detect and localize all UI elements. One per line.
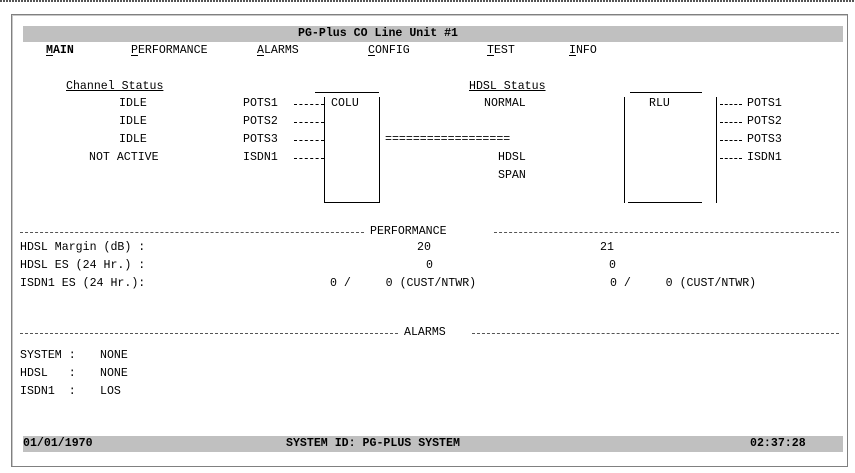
perf-label-margin: HDSL Margin (dB) : bbox=[20, 241, 146, 254]
rlu-port-4: ISDN1 bbox=[747, 151, 782, 164]
menu-main[interactable]: MAIN bbox=[46, 43, 74, 59]
menu-info-label: NFO bbox=[575, 44, 597, 57]
terminal-screen: PG-Plus CO Line Unit #1 MAIN PERFORMANCE… bbox=[11, 14, 848, 467]
window-top-border bbox=[0, 0, 855, 2]
menu-performance-hotkey: P bbox=[131, 44, 138, 57]
rlu-port-2: POTS2 bbox=[747, 115, 782, 128]
perf-colu-margin: 20 bbox=[417, 241, 431, 254]
performance-divider-right bbox=[494, 232, 839, 233]
colu-stub-2 bbox=[294, 122, 324, 123]
perf-rlu-es: 0 bbox=[609, 259, 616, 272]
perf-label-es: HDSL ES (24 Hr.) : bbox=[20, 259, 146, 272]
perf-colu-isdn: 0 / 0 (CUST/NTWR) bbox=[330, 277, 477, 290]
alarm-value-isdn1: LOS bbox=[100, 385, 121, 398]
performance-divider-left bbox=[20, 232, 364, 233]
colu-stub-1 bbox=[294, 104, 324, 105]
colu-box-bottom bbox=[325, 202, 379, 203]
rlu-port-3: POTS3 bbox=[747, 133, 782, 146]
menu-alarms[interactable]: ALARMS bbox=[257, 43, 299, 59]
menu-main-label: AIN bbox=[52, 44, 74, 57]
colu-port-2: POTS2 bbox=[243, 115, 278, 128]
colu-box-top bbox=[315, 92, 379, 93]
rlu-label: RLU bbox=[649, 97, 670, 110]
alarms-divider-right bbox=[472, 333, 839, 334]
rlu-box-top bbox=[630, 92, 702, 93]
hdsl-link: ================== bbox=[385, 133, 511, 146]
rlu-stub-3 bbox=[720, 140, 742, 141]
menu-test-label: EST bbox=[493, 44, 515, 57]
title-bar: PG-Plus CO Line Unit #1 bbox=[23, 26, 843, 42]
menu-test[interactable]: TEST bbox=[487, 43, 515, 59]
alarms-divider-left bbox=[20, 333, 398, 334]
performance-heading: PERFORMANCE bbox=[370, 225, 447, 238]
colu-box-right bbox=[379, 97, 380, 203]
colu-stub-3 bbox=[294, 140, 324, 141]
menu-config-hotkey: C bbox=[368, 44, 375, 57]
menu-info-hotkey: I bbox=[569, 44, 576, 57]
hdsl-span-line2: SPAN bbox=[498, 169, 526, 182]
colu-port-1: POTS1 bbox=[243, 97, 278, 110]
channel-state-3: IDLE bbox=[119, 133, 147, 146]
rlu-box-left bbox=[624, 97, 625, 203]
menu-config-label: ONFIG bbox=[374, 44, 410, 57]
colu-box-left bbox=[324, 97, 325, 203]
rlu-box-bottom bbox=[628, 202, 702, 203]
channel-status-heading: Channel Status bbox=[66, 80, 164, 93]
menu-performance-label: ERFORMANCE bbox=[137, 44, 208, 57]
window-title: PG-Plus CO Line Unit #1 bbox=[298, 27, 459, 40]
alarm-label-isdn1: ISDN1 : bbox=[20, 385, 76, 398]
colu-stub-4 bbox=[294, 158, 324, 159]
channel-state-4: NOT ACTIVE bbox=[89, 151, 159, 164]
menu-test-hotkey: T bbox=[487, 44, 494, 57]
status-bar: 01/01/1970 SYSTEM ID: PG-PLUS SYSTEM 02:… bbox=[23, 436, 843, 452]
alarm-value-system: NONE bbox=[100, 349, 128, 362]
status-system-id: SYSTEM ID: PG-PLUS SYSTEM bbox=[286, 437, 460, 450]
channel-state-2: IDLE bbox=[119, 115, 147, 128]
rlu-stub-4 bbox=[720, 158, 742, 159]
rlu-stub-2 bbox=[720, 122, 742, 123]
perf-rlu-isdn: 0 / 0 (CUST/NTWR) bbox=[610, 277, 757, 290]
menu-alarms-label: LARMS bbox=[263, 44, 299, 57]
menu-main-hotkey: M bbox=[46, 44, 53, 57]
perf-colu-es: 0 bbox=[426, 259, 433, 272]
colu-label: COLU bbox=[331, 97, 359, 110]
menu-config[interactable]: CONFIG bbox=[368, 43, 410, 59]
menu-performance[interactable]: PERFORMANCE bbox=[131, 43, 208, 59]
channel-state-1: IDLE bbox=[119, 97, 147, 110]
alarm-label-system: SYSTEM : bbox=[20, 349, 76, 362]
rlu-stub-1 bbox=[720, 104, 742, 105]
colu-port-3: POTS3 bbox=[243, 133, 278, 146]
hdsl-status-heading: HDSL Status bbox=[469, 80, 546, 93]
perf-rlu-margin: 21 bbox=[600, 241, 614, 254]
hdsl-span-line1: HDSL bbox=[498, 151, 526, 164]
perf-label-isdn: ISDN1 ES (24 Hr.): bbox=[20, 277, 146, 290]
colu-port-4: ISDN1 bbox=[243, 151, 278, 164]
status-time: 02:37:28 bbox=[750, 437, 806, 450]
status-date: 01/01/1970 bbox=[23, 437, 93, 450]
rlu-port-1: POTS1 bbox=[747, 97, 782, 110]
rlu-box-right bbox=[716, 97, 717, 203]
menu-info[interactable]: INFO bbox=[569, 43, 597, 59]
alarm-value-hdsl: NONE bbox=[100, 367, 128, 380]
alarm-label-hdsl: HDSL : bbox=[20, 367, 76, 380]
hdsl-status-value: NORMAL bbox=[484, 97, 526, 110]
menu-alarms-hotkey: A bbox=[257, 44, 264, 57]
alarms-heading: ALARMS bbox=[404, 326, 446, 339]
